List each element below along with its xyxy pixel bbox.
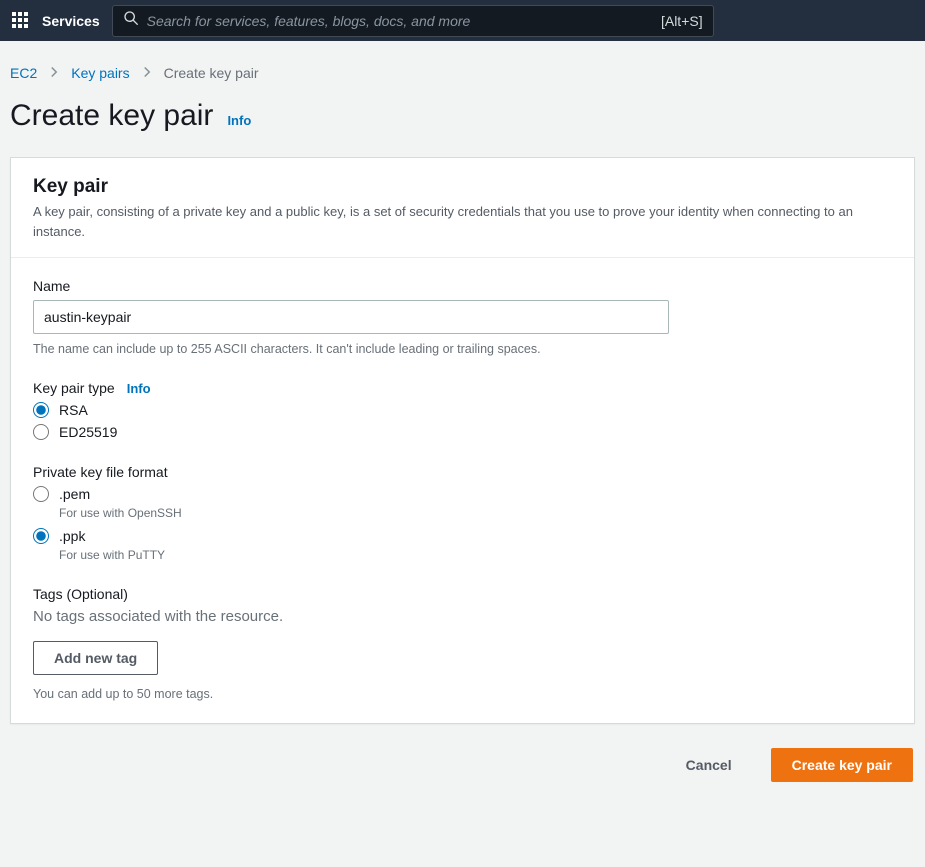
radio-ed25519-label: ED25519	[59, 424, 117, 440]
search-shortcut: [Alt+S]	[661, 13, 703, 29]
radio-pem[interactable]	[33, 486, 49, 502]
page-info-link[interactable]: Info	[227, 113, 251, 128]
search-input[interactable]	[147, 13, 653, 29]
breadcrumb-parent[interactable]: Key pairs	[71, 65, 129, 81]
chevron-right-icon	[142, 65, 152, 81]
footer-actions: Cancel Create key pair	[0, 724, 925, 802]
panel-description: A key pair, consisting of a private key …	[33, 202, 892, 241]
breadcrumb: EC2 Key pairs Create key pair	[0, 41, 925, 99]
tags-field: Tags (Optional) No tags associated with …	[33, 586, 892, 701]
add-new-tag-button[interactable]: Add new tag	[33, 641, 158, 675]
panel-title: Key pair	[33, 176, 892, 198]
radio-rsa[interactable]	[33, 402, 49, 418]
global-search[interactable]: [Alt+S]	[112, 5, 714, 37]
radio-rsa-label: RSA	[59, 402, 88, 418]
key-pair-panel: Key pair A key pair, consisting of a pri…	[10, 157, 915, 724]
name-input[interactable]	[33, 300, 669, 334]
format-label: Private key file format	[33, 464, 892, 480]
keytype-label: Key pair type	[33, 380, 115, 396]
top-nav: Services [Alt+S]	[0, 0, 925, 41]
keytype-field: Key pair type Info RSA ED25519	[33, 380, 892, 440]
radio-ed25519[interactable]	[33, 424, 49, 440]
create-key-pair-button[interactable]: Create key pair	[771, 748, 913, 782]
radio-ppk-label: .ppk	[59, 528, 85, 544]
panel-header: Key pair A key pair, consisting of a pri…	[11, 158, 914, 258]
keytype-info-link[interactable]: Info	[127, 381, 151, 396]
name-label: Name	[33, 278, 892, 294]
tags-empty: No tags associated with the resource.	[33, 608, 892, 625]
radio-pem-sub: For use with OpenSSH	[59, 506, 892, 520]
breadcrumb-root[interactable]: EC2	[10, 65, 37, 81]
search-icon	[123, 10, 139, 31]
name-hint: The name can include up to 255 ASCII cha…	[33, 342, 892, 356]
tags-hint: You can add up to 50 more tags.	[33, 687, 892, 701]
tags-label: Tags (Optional)	[33, 586, 892, 602]
chevron-right-icon	[49, 65, 59, 81]
radio-ppk-sub: For use with PuTTY	[59, 548, 892, 562]
radio-pem-label: .pem	[59, 486, 90, 502]
radio-ppk[interactable]	[33, 528, 49, 544]
cancel-button[interactable]: Cancel	[665, 748, 753, 782]
services-menu[interactable]: Services	[42, 13, 100, 29]
page-title: Create key pair	[10, 99, 213, 133]
waffle-icon[interactable]	[12, 12, 30, 30]
format-field: Private key file format .pem For use wit…	[33, 464, 892, 562]
breadcrumb-current: Create key pair	[164, 65, 259, 81]
page-heading: Create key pair Info	[0, 99, 925, 157]
name-field: Name The name can include up to 255 ASCI…	[33, 278, 892, 356]
